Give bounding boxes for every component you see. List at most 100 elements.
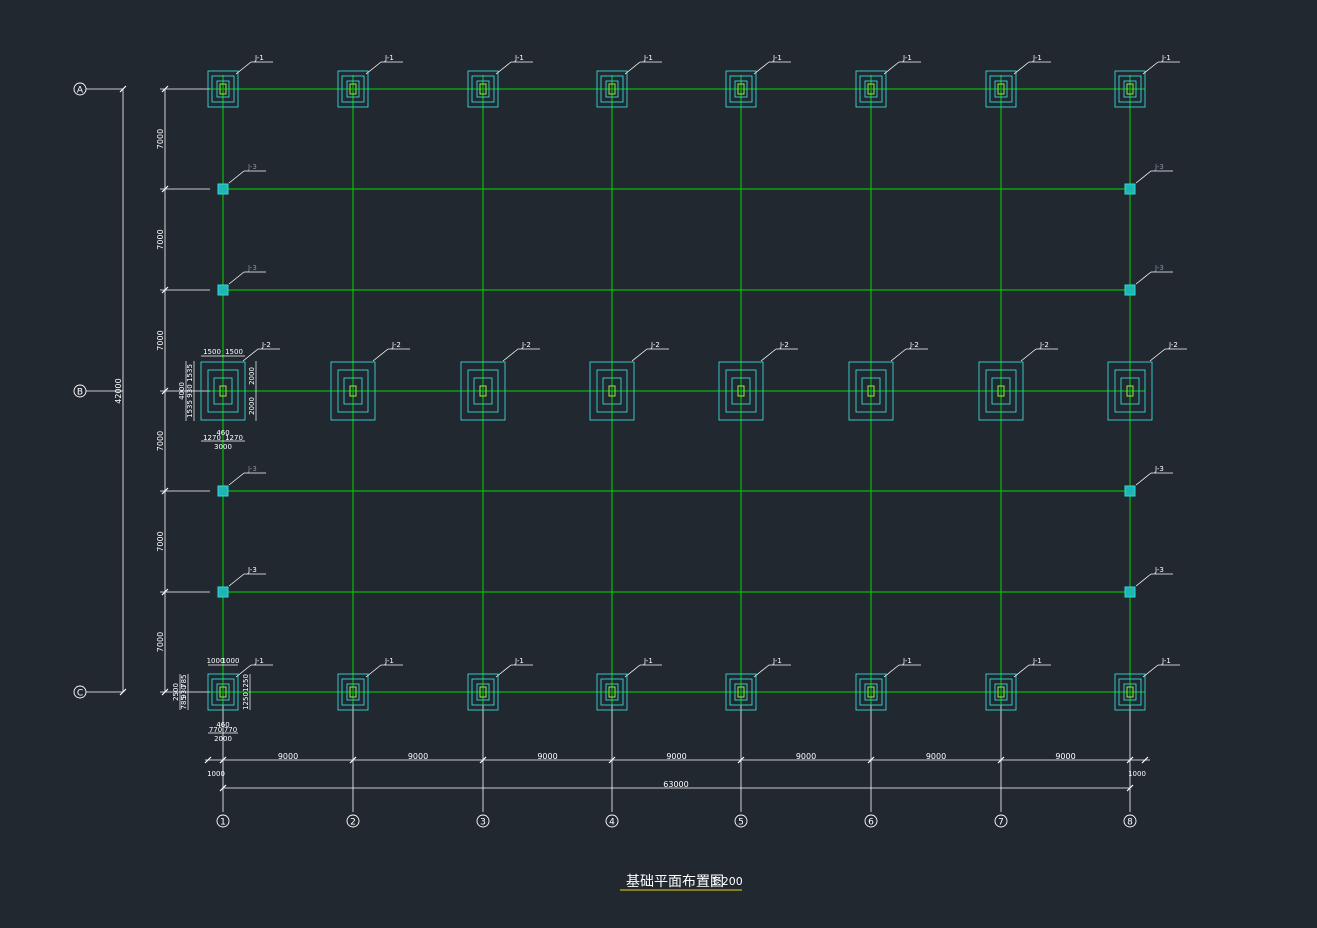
tag-b5-label: J-2 xyxy=(779,341,789,349)
tag-a5-label: J-1 xyxy=(772,54,782,62)
tag-c4-label: J-1 xyxy=(643,657,653,665)
axis-col-4-text: 4 xyxy=(609,818,615,828)
tag-c8-leader xyxy=(1142,664,1159,678)
dim-span-7: 9000 xyxy=(1055,752,1075,761)
tag-b7-leader xyxy=(1020,348,1037,362)
tag-b3-label: J-2 xyxy=(521,341,531,349)
tag-c8-label: J-1 xyxy=(1161,657,1171,665)
tag-c4-leader xyxy=(624,664,641,678)
tag-b2-leader xyxy=(372,348,389,362)
footings: J-1 J-1 J-2 J-1 J-1 J-2 J-1 J-1 J-2 J-1 J-1 J-2 J-1 J… xyxy=(200,54,1187,711)
tag-b6-label: J-2 xyxy=(909,341,919,349)
tag-b7-label: J-2 xyxy=(1039,341,1049,349)
tag-b8-label: J-2 xyxy=(1168,341,1178,349)
tag-a2-label: J-1 xyxy=(384,54,394,62)
tag-b4-label: J-2 xyxy=(650,341,660,349)
tag-a1-label: J-1 xyxy=(254,54,264,62)
dim-vspan-5: 7000 xyxy=(156,531,165,551)
det-top-right-j1: 1000 xyxy=(222,657,240,665)
det-top-left-j2: 1500 xyxy=(203,348,221,356)
tag-b4-leader xyxy=(631,348,648,362)
tag-j3-4-1-label: J-3 xyxy=(1154,465,1164,473)
tag-c7-label: J-1 xyxy=(1032,657,1042,665)
tag-j3-1-0-leader xyxy=(228,170,245,184)
tag-c3-leader xyxy=(495,664,512,678)
axis-col-2-text: 2 xyxy=(350,818,356,828)
tag-a7-leader xyxy=(1013,61,1030,75)
tag-b1-leader xyxy=(242,348,259,362)
tag-j3-1-0-label: J-3 xyxy=(247,163,257,171)
det-bottom-left-j2: 1270 xyxy=(203,434,221,442)
tag-c7-leader xyxy=(1013,664,1030,678)
drawing-title: 基础平面布置图 xyxy=(626,873,724,890)
footing-detail-dimensions: 1500 1500200020004000153593015354601270 12… xyxy=(172,348,257,743)
dim-span-5: 9000 xyxy=(796,752,816,761)
footing-j3-1-1 xyxy=(1124,183,1136,195)
tag-a7-label: J-1 xyxy=(1032,54,1042,62)
foundation-plan-canvas: 9000 9000 9000 9000 9000 9000 9000630001000 100… xyxy=(73,54,1187,891)
det-left-lower-j2: 1535 xyxy=(186,400,194,418)
dim-vspan-2: 7000 xyxy=(156,229,165,249)
tag-c2-leader xyxy=(365,664,382,678)
tag-j3-2-0-leader xyxy=(228,271,245,285)
dim-span-2: 9000 xyxy=(408,752,428,761)
tag-j3-4-0-label: J-3 xyxy=(247,465,257,473)
tag-c3-label: J-1 xyxy=(514,657,524,665)
tag-j3-5-0-label: J-3 xyxy=(247,566,257,574)
dim-span-3: 9000 xyxy=(537,752,557,761)
tag-b2-label: J-2 xyxy=(391,341,401,349)
tag-b8-leader xyxy=(1149,348,1166,362)
tag-c6-leader xyxy=(883,664,900,678)
det-left-total-j1: 2500 xyxy=(172,683,180,701)
tag-b5-leader xyxy=(760,348,777,362)
dim-edge-left: 1000 xyxy=(207,770,225,778)
footing-j3-2-0 xyxy=(217,284,229,296)
det-left-upper-j2: 1535 xyxy=(186,364,194,382)
footing-j3-2-1 xyxy=(1124,284,1136,296)
tag-a2-leader xyxy=(365,61,382,75)
tag-a6-label: J-1 xyxy=(902,54,912,62)
tag-c1-label: J-1 xyxy=(254,657,264,665)
tag-j3-5-1-label: J-3 xyxy=(1154,566,1164,574)
det-left-mid-j2: 930 xyxy=(186,384,194,397)
footing-j3-5-0 xyxy=(217,586,229,598)
footing-j3-5-1 xyxy=(1124,586,1136,598)
tag-c2-label: J-1 xyxy=(384,657,394,665)
det-top-right-j2: 1500 xyxy=(225,348,243,356)
tag-c5-label: J-1 xyxy=(772,657,782,665)
tag-a8-leader xyxy=(1142,61,1159,75)
dim-total-horizontal: 63000 xyxy=(663,780,688,789)
drawing-title-block: 基础平面布置图 1:200 xyxy=(620,873,743,891)
dim-span-4: 9000 xyxy=(666,752,686,761)
tag-a3-label: J-1 xyxy=(514,54,524,62)
tag-b6-leader xyxy=(890,348,907,362)
dim-vspan-6: 7000 xyxy=(156,632,165,652)
footing-j3-1-0 xyxy=(217,183,229,195)
tag-a3-leader xyxy=(495,61,512,75)
axis-row-B-text: B xyxy=(77,388,83,398)
axis-col-5-text: 5 xyxy=(738,818,744,828)
tag-c5-leader xyxy=(753,664,770,678)
tag-c6-label: J-1 xyxy=(902,657,912,665)
axis-col-6-text: 6 xyxy=(868,818,874,828)
dimension-lines: 9000 9000 9000 9000 9000 9000 9000 63000 1000 100… xyxy=(114,85,1150,812)
tag-j3-1-1-leader xyxy=(1135,170,1152,184)
tag-j3-2-1-leader xyxy=(1135,271,1152,285)
tag-a5-leader xyxy=(753,61,770,75)
tag-j3-5-1-leader xyxy=(1135,573,1152,587)
det-bottom-total-j1: 2000 xyxy=(214,735,232,743)
det-right-bottom-j2: 2000 xyxy=(248,397,256,415)
axis-col-7-text: 7 xyxy=(998,818,1004,828)
dim-span-6: 9000 xyxy=(926,752,946,761)
tag-j3-2-1-label: J-3 xyxy=(1154,264,1164,272)
tag-j3-1-1-label: J-3 xyxy=(1154,163,1164,171)
tag-b1-label: J-2 xyxy=(261,341,271,349)
axis-col-1-text: 1 xyxy=(220,818,226,828)
axis-col-3-text: 3 xyxy=(480,818,486,828)
dim-vspan-3: 7000 xyxy=(156,330,165,350)
tag-a1-leader xyxy=(235,61,252,75)
det-left-total-j2: 4000 xyxy=(178,382,186,400)
footing-j3-4-1 xyxy=(1124,485,1136,497)
tag-a8-label: J-1 xyxy=(1161,54,1171,62)
dim-vspan-4: 7000 xyxy=(156,431,165,451)
